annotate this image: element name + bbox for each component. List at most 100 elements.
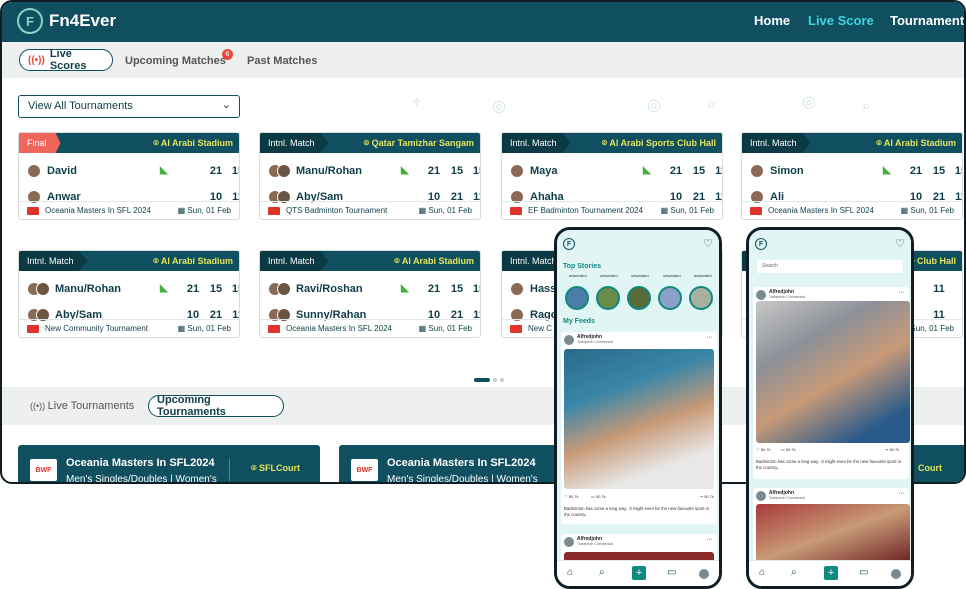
player-name[interactable]: Simon [770, 165, 804, 177]
match-card[interactable]: Intnl. Match ⌾ Al Arabi Stadium Manu/Rohan… [18, 250, 240, 338]
more-icon[interactable]: ··· [706, 334, 713, 341]
bottom-nav: ⌂ ⌕ + ▭ [557, 560, 719, 586]
tournament-name[interactable]: New Community Tournament [45, 324, 148, 333]
chat-icon[interactable]: ▭ [859, 567, 868, 578]
tab-upcoming-tournaments[interactable]: Upcoming Tournaments [148, 394, 284, 418]
feed-post[interactable]: Alfredjohn Tarkepeoh Commercial ··· ♡ 50… [753, 287, 910, 479]
logo-icon[interactable]: F [563, 238, 575, 250]
player-name[interactable]: Ravi/Roshan [296, 283, 363, 295]
tournament-name[interactable]: QTS Badminton Tournament [286, 206, 387, 215]
card-header: Intnl. Match ⌾ Al Arabi Stadium [260, 251, 480, 271]
player-name[interactable]: Manu/Rohan [55, 283, 121, 295]
match-card[interactable]: Intnl. Match ⌾ Al Arabi Stadium Simon ◣ 21 15… [741, 132, 963, 220]
story-avatar[interactable] [596, 286, 620, 310]
set-score: 21 [669, 165, 683, 177]
tab-live-scores[interactable]: ((•)) Live Scores [19, 48, 113, 72]
top-stories-heading: Top Stories [563, 263, 601, 270]
search-icon[interactable]: ⌕ [599, 567, 605, 578]
story-avatar[interactable] [658, 286, 682, 310]
shuttlecock-icon: ◣ [401, 283, 409, 294]
player-row: Manu/Rohan ◣ 21 15 15 [268, 163, 480, 181]
tab-live-tournaments[interactable]: ((•)) Live Tournaments [30, 400, 134, 412]
player-avatar[interactable] [750, 164, 764, 178]
match-card[interactable]: Intnl. Match ⌾ Qatar Tamizhar Sangam Manu/… [259, 132, 481, 220]
post-photo[interactable] [756, 301, 910, 443]
player-avatar[interactable] [36, 282, 50, 296]
post-photo[interactable] [564, 349, 714, 489]
home-icon[interactable]: ⌂ [759, 567, 765, 578]
tournament-card[interactable]: BWF Oceania Masters In SFL2024 Men's Sin… [18, 445, 320, 482]
avatar[interactable] [564, 537, 574, 547]
more-icon[interactable]: ··· [898, 289, 905, 296]
feed-post[interactable]: Alfredjohn Tarkepeoh Commercial ··· [753, 488, 910, 564]
tournament-filter-select[interactable]: View All Tournaments ⌄ [18, 95, 240, 118]
comment-icon[interactable]: ▭ 50.7k [591, 494, 606, 499]
like-icon[interactable]: ♡ 50.7k [564, 494, 579, 499]
match-type: Intnl. Match [19, 251, 88, 271]
carousel-pagination[interactable] [474, 369, 507, 387]
comment-icon[interactable]: ▭ 50.7k [781, 447, 796, 452]
ball-watermark-icon: ◎ [492, 98, 506, 115]
match-card[interactable]: Intnl. Match ⌾ Al Arabi Sports Club Hall M… [501, 132, 723, 220]
player-avatar[interactable] [277, 282, 291, 296]
nav-tournaments[interactable]: Tournaments [890, 13, 964, 28]
tournament-name[interactable]: Oceania Masters In SFL 2024 [768, 206, 874, 215]
tournament-name[interactable]: New C [528, 324, 552, 333]
story-avatar[interactable] [565, 286, 589, 310]
match-card[interactable]: Final⌾ Al Arabi StadiumDavid◣2115Anwar10… [18, 132, 240, 220]
avatar[interactable] [756, 491, 766, 501]
logo-icon[interactable]: F [755, 238, 767, 250]
match-date: ▦ Sun, 01 Feb [661, 206, 714, 215]
chat-icon[interactable]: ▭ [667, 567, 676, 578]
more-icon[interactable]: ··· [898, 490, 905, 497]
mobile-search-phone: F ♡ Search Alfredjohn Tarkepeoh Commerci… [746, 227, 914, 589]
player-name[interactable]: Manu/Rohan [296, 165, 362, 177]
home-icon[interactable]: ⌂ [567, 567, 573, 578]
post-photo[interactable] [756, 504, 910, 564]
tab-upcoming-matches[interactable]: Upcoming Matches [125, 55, 226, 67]
tournament-name[interactable]: Oceania Masters In SFL 2024 [286, 324, 392, 333]
feed-post[interactable]: Alfredjohn Tarkepeoh Commercial ··· ♡ 50… [561, 332, 717, 524]
avatar[interactable] [756, 290, 766, 300]
post-author-subtitle: Tarkepeoh Commercial [769, 295, 805, 299]
avatar[interactable] [699, 569, 709, 579]
share-icon[interactable]: ↪ 50.7k [700, 494, 714, 499]
logo-icon[interactable]: F [17, 8, 43, 34]
story-avatar[interactable] [689, 286, 713, 310]
share-count: 50.7k [889, 447, 900, 452]
add-post-button[interactable]: + [632, 566, 646, 580]
mobile-feed-phone: F ♡ Top Stories adwarabd adwarabd adwara… [554, 227, 722, 589]
share-icon[interactable]: ↪ 50.7k [885, 447, 899, 452]
player-avatar[interactable] [27, 164, 41, 178]
heart-icon[interactable]: ♡ [895, 237, 905, 250]
player-name[interactable]: Hass [530, 283, 556, 295]
avatar[interactable] [564, 335, 574, 345]
player-avatar[interactable] [510, 282, 524, 296]
nav-live-score[interactable]: Live Score [808, 13, 874, 28]
card-footer: Oceania Masters In SFL 2024 ▦ Sun, 01 Feb [742, 201, 962, 219]
more-icon[interactable]: ··· [706, 536, 713, 543]
player-avatar[interactable] [277, 164, 291, 178]
like-icon[interactable]: ♡ 50.7k [756, 447, 771, 452]
avatar[interactable] [891, 569, 901, 579]
tournament-name[interactable]: Oceania Masters In SFL 2024 [45, 206, 151, 215]
nav-home[interactable]: Home [754, 13, 790, 28]
heart-icon[interactable]: ♡ [703, 237, 713, 250]
top-navbar: F Fn4Ever Home Live Score Tournaments [2, 2, 964, 42]
match-card[interactable]: Intnl. Match ⌾ Al Arabi Stadium Ravi/Rosha… [259, 250, 481, 338]
set-score: 15 [472, 283, 480, 295]
tab-past-matches[interactable]: Past Matches [247, 55, 317, 67]
player-avatar[interactable] [510, 164, 524, 178]
player-name[interactable]: Maya [530, 165, 558, 177]
story-avatar[interactable] [627, 286, 651, 310]
player-name[interactable]: David [47, 165, 77, 177]
card-header: Final ⌾ Al Arabi Stadium [19, 133, 239, 153]
app-name[interactable]: Fn4Ever [49, 11, 116, 31]
add-post-button[interactable]: + [824, 566, 838, 580]
search-icon[interactable]: ⌕ [791, 567, 797, 578]
tournament-title: Oceania Masters In SFL2024 [66, 457, 215, 469]
tournament-name[interactable]: EF Badminton Tournament 2024 [528, 206, 643, 215]
match-venue: ⌾ Al Arabi Stadium [876, 138, 956, 148]
search-input[interactable]: Search [757, 260, 903, 273]
like-count: 50.7k [760, 447, 771, 452]
